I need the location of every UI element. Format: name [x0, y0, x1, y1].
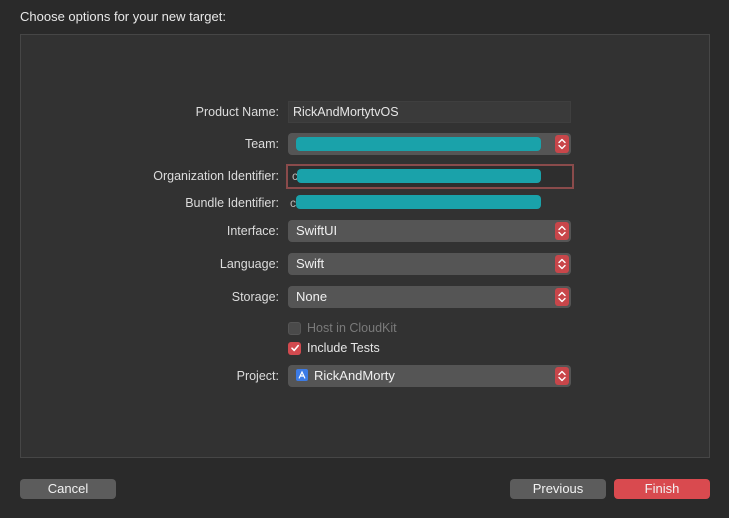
- interface-chevron-updown-icon: [555, 222, 569, 240]
- project-label: Project:: [236, 369, 279, 383]
- language-label: Language:: [219, 257, 279, 271]
- organization-identifier-label: Organization Identifier:: [153, 169, 279, 183]
- language-chevron-updown-icon: [555, 255, 569, 273]
- project-icon: [296, 369, 308, 381]
- include-tests-option: Include Tests: [288, 340, 380, 356]
- storage-popup[interactable]: None: [288, 286, 571, 308]
- language-row: Language: Swift: [0, 253, 729, 275]
- host-in-cloudkit-label: Host in CloudKit: [307, 321, 397, 335]
- storage-chevron-updown-icon: [555, 288, 569, 306]
- team-chevron-updown-icon: [555, 135, 569, 153]
- include-tests-checkbox[interactable]: [288, 341, 301, 355]
- project-chevron-updown-icon: [555, 367, 569, 385]
- product-name-field[interactable]: RickAndMortytvOS: [288, 101, 571, 123]
- new-target-sheet: Choose options for your new target: Prod…: [0, 0, 729, 518]
- storage-row: Storage: None: [0, 286, 729, 308]
- team-popup[interactable]: [288, 133, 571, 155]
- organization-identifier-redaction: [297, 169, 541, 183]
- team-redaction: [296, 137, 541, 151]
- bundle-identifier-value-field: c: [288, 192, 571, 214]
- interface-value: SwiftUI: [296, 223, 338, 238]
- product-name-label: Product Name:: [195, 105, 279, 119]
- interface-row: Interface: SwiftUI: [0, 220, 729, 242]
- interface-popup[interactable]: SwiftUI: [288, 220, 571, 242]
- bundle-identifier-redaction: [296, 195, 541, 209]
- interface-label: Interface:: [226, 224, 279, 238]
- cancel-button[interactable]: Cancel: [20, 479, 116, 499]
- project-popup[interactable]: RickAndMorty: [288, 365, 571, 387]
- storage-value: None: [296, 289, 328, 304]
- organization-identifier-row: Organization Identifier: c: [0, 164, 729, 189]
- options-panel: [20, 34, 710, 458]
- host-in-cloudkit-option: Host in CloudKit: [288, 320, 397, 336]
- product-name-row: Product Name: RickAndMortytvOS: [0, 101, 729, 123]
- previous-button[interactable]: Previous: [510, 479, 606, 499]
- language-value: Swift: [296, 256, 325, 271]
- sheet-title: Choose options for your new target:: [20, 9, 226, 24]
- bundle-identifier-row: Bundle Identifier: c: [0, 192, 729, 214]
- organization-identifier-field[interactable]: c: [286, 164, 574, 189]
- team-label: Team:: [244, 137, 279, 151]
- project-value: RickAndMorty: [314, 368, 395, 383]
- checkmark-icon: [290, 344, 299, 352]
- storage-label: Storage:: [231, 290, 279, 304]
- team-row: Team:: [0, 133, 729, 155]
- finish-button[interactable]: Finish: [614, 479, 710, 499]
- project-row: Project: RickAndMorty: [0, 365, 729, 387]
- language-popup[interactable]: Swift: [288, 253, 571, 275]
- include-tests-label[interactable]: Include Tests: [307, 341, 380, 355]
- bundle-identifier-label: Bundle Identifier:: [185, 196, 279, 210]
- host-in-cloudkit-checkbox: [288, 321, 301, 335]
